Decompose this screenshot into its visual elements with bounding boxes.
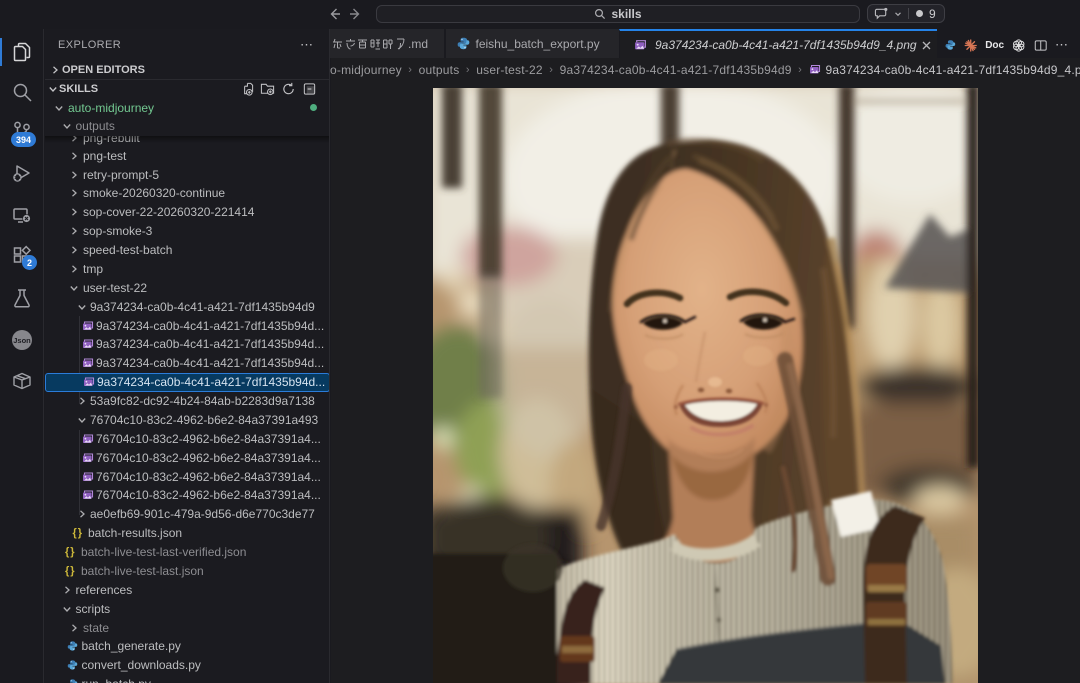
svg-text:Json: Json	[13, 336, 31, 345]
